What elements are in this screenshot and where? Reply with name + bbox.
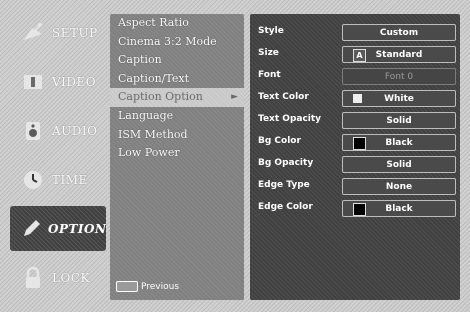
setting-label: Style: [258, 26, 284, 36]
setting-row-font: Font Font 0: [250, 66, 460, 86]
nav-label-setup: SETUP: [52, 25, 98, 40]
chevron-right-icon: ►: [231, 92, 238, 103]
nav-item-video[interactable]: VIDEO: [10, 59, 106, 104]
setting-value-font: Font 0: [342, 68, 456, 85]
setting-label: Text Opacity: [258, 114, 322, 124]
clock-icon: [18, 165, 48, 195]
pencil-icon: [18, 214, 44, 244]
menu-item-caption-text[interactable]: Caption/Text: [110, 70, 244, 89]
setting-value-text-opacity[interactable]: Solid: [342, 112, 456, 129]
return-key-icon: [116, 281, 138, 292]
setting-label: Edge Type: [258, 180, 310, 190]
setting-value-edge-color[interactable]: Black: [342, 200, 456, 217]
setting-value-size[interactable]: A Standard: [342, 46, 456, 63]
menu-item-aspect-ratio[interactable]: Aspect Ratio: [110, 14, 244, 33]
color-swatch: [353, 94, 362, 103]
nav-item-time[interactable]: TIME: [10, 157, 106, 202]
setting-label: Bg Color: [258, 136, 301, 146]
nav-item-lock[interactable]: LOCK: [10, 255, 106, 300]
setting-value-bg-opacity[interactable]: Solid: [342, 156, 456, 173]
setting-value-bg-color[interactable]: Black: [342, 134, 456, 151]
menu-item-cinema-mode[interactable]: Cinema 3:2 Mode: [110, 33, 244, 52]
color-swatch: [353, 203, 366, 216]
nav-label-lock: LOCK: [52, 270, 90, 285]
nav-label-audio: AUDIO: [52, 123, 98, 138]
setting-row-bg-color: Bg Color Black: [250, 132, 460, 152]
setting-label: Text Color: [258, 92, 309, 102]
nav-item-audio[interactable]: AUDIO: [10, 108, 106, 153]
setting-row-text-opacity: Text Opacity Solid: [250, 110, 460, 130]
previous-label: Previous: [141, 281, 180, 292]
setting-value-text-color[interactable]: White: [342, 90, 456, 107]
menu-item-caption-option[interactable]: Caption Option ►: [110, 88, 244, 107]
setting-row-edge-color: Edge Color Black: [250, 198, 460, 218]
option-menu-list: Aspect Ratio Cinema 3:2 Mode Caption Cap…: [110, 14, 244, 300]
speaker-icon: [18, 116, 48, 146]
menu-item-caption-option-label: Caption Option: [118, 90, 203, 104]
nav-label-time: TIME: [52, 172, 88, 187]
setting-label: Edge Color: [258, 202, 313, 212]
menu-item-low-power[interactable]: Low Power: [110, 144, 244, 163]
color-swatch: [353, 137, 366, 150]
setting-row-style: Style Custom: [250, 22, 460, 42]
setting-row-edge-type: Edge Type None: [250, 176, 460, 196]
setting-value-edge-type[interactable]: None: [342, 178, 456, 195]
tv-menu-screen: SETUP VIDEO AUDIO TIME OPTION LOCK Aspec…: [0, 0, 470, 312]
satellite-dish-icon: [18, 18, 48, 48]
menu-item-language[interactable]: Language: [110, 107, 244, 126]
nav-label-video: VIDEO: [52, 74, 97, 89]
setting-row-size: Size A Standard: [250, 44, 460, 64]
setting-value-style[interactable]: Custom: [342, 24, 456, 41]
category-nav: SETUP VIDEO AUDIO TIME OPTION LOCK: [10, 10, 106, 300]
setting-label: Size: [258, 48, 279, 58]
padlock-icon: [18, 263, 48, 293]
nav-item-option[interactable]: OPTION: [10, 206, 106, 251]
nav-label-option: OPTION: [48, 221, 107, 236]
setting-label: Font: [258, 70, 281, 80]
setting-row-text-color: Text Color White: [250, 88, 460, 108]
setting-label: Bg Opacity: [258, 158, 314, 168]
setting-row-bg-opacity: Bg Opacity Solid: [250, 154, 460, 174]
caption-settings-panel: Style Custom Size A Standard Font Font 0…: [250, 14, 460, 300]
setting-value-text: Black: [385, 137, 413, 148]
menu-item-caption[interactable]: Caption: [110, 51, 244, 70]
setting-value-text: White: [384, 93, 414, 104]
video-panel-icon: [18, 67, 48, 97]
setting-value-text: Standard: [375, 49, 423, 60]
nav-item-setup[interactable]: SETUP: [10, 10, 106, 55]
menu-item-ism-method[interactable]: ISM Method: [110, 126, 244, 145]
setting-value-text: Black: [385, 203, 413, 214]
previous-hint[interactable]: Previous: [116, 281, 179, 292]
size-swatch: A: [353, 49, 366, 62]
